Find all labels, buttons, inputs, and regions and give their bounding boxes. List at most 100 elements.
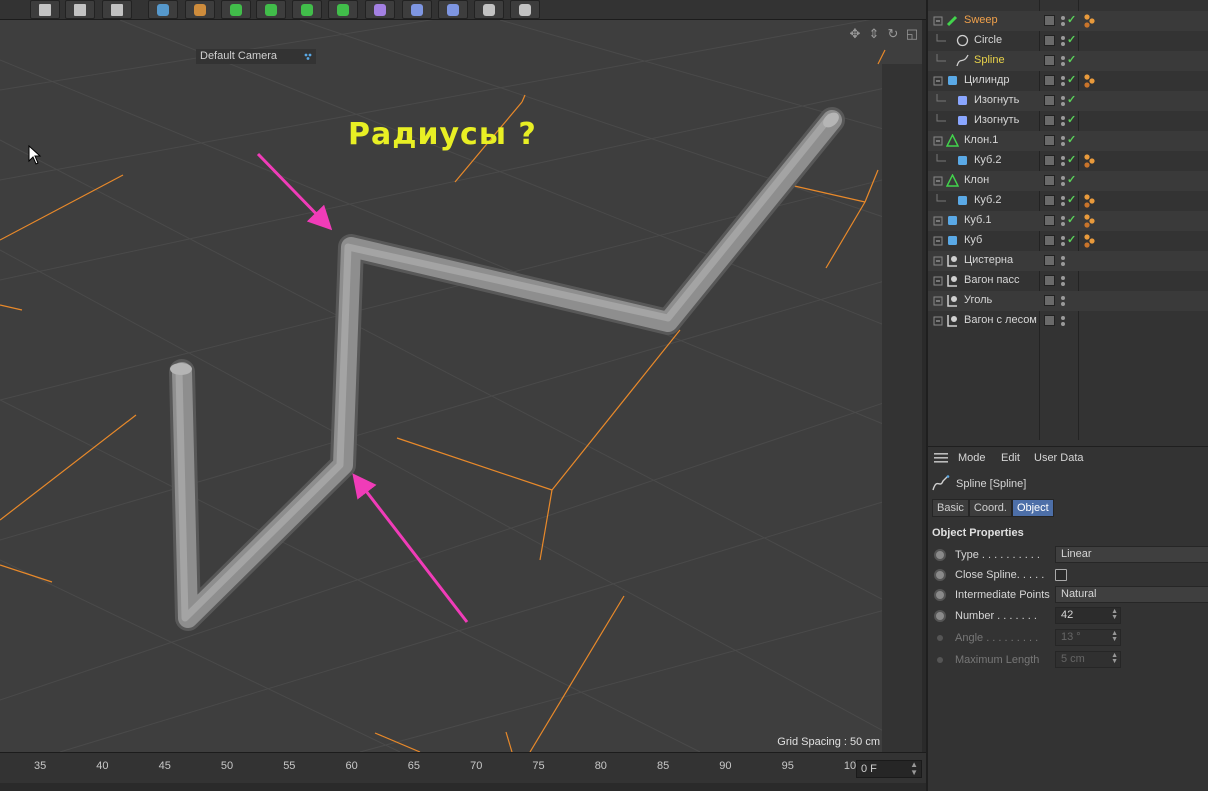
rotate-view-icon[interactable]: ↻ [885,26,901,42]
enabled-check-icon[interactable]: ✓ [1067,113,1077,127]
zoom-view-icon[interactable]: ⇕ [866,26,882,42]
layer-box-icon[interactable] [1044,255,1055,266]
material-tag-icon[interactable] [1083,73,1097,89]
object-row[interactable]: Клон ✓ [928,171,1208,191]
enabled-check-icon[interactable]: ✓ [1067,13,1077,27]
current-frame-field[interactable]: 0 F ▲ ▼ [856,760,922,778]
toolbar-button[interactable] [438,0,468,19]
toolbar-button[interactable] [185,0,215,19]
material-tag-icon[interactable] [1083,213,1097,229]
toolbar-button[interactable] [365,0,395,19]
enabled-check-icon[interactable]: ✓ [1067,233,1077,247]
layer-box-icon[interactable] [1044,175,1055,186]
spinner-icon[interactable]: ▲ ▼ [1111,608,1118,621]
tree-expand-icon[interactable] [932,74,946,88]
toolbar-button[interactable] [292,0,322,19]
layer-box-icon[interactable] [1044,55,1055,66]
toolbar-button[interactable] [102,0,132,19]
object-row[interactable]: Цилиндр ✓ [928,71,1208,91]
toolbar-button[interactable] [256,0,286,19]
object-row[interactable]: Изогнуть ✓ [928,91,1208,111]
toolbar-button[interactable] [474,0,504,19]
toolbar-button[interactable] [65,0,95,19]
tree-expand-icon[interactable] [932,294,946,308]
tree-expand-icon[interactable] [932,254,946,268]
toolbar-button[interactable] [30,0,60,19]
sweep-tube[interactable] [169,107,845,631]
material-tag-icon[interactable] [1083,193,1097,209]
object-row[interactable]: Куб.1 ✓ [928,211,1208,231]
object-row[interactable]: Spline ✓ [928,51,1208,71]
layer-box-icon[interactable] [1044,95,1055,106]
enabled-check-icon[interactable]: ✓ [1067,173,1077,187]
object-row[interactable]: Изогнуть ✓ [928,111,1208,131]
layer-box-icon[interactable] [1044,315,1055,326]
frame-spinner-icon[interactable]: ▲ ▼ [910,761,918,777]
enabled-check-icon[interactable]: ✓ [1067,73,1077,87]
material-tag-icon[interactable] [1083,13,1097,29]
layer-box-icon[interactable] [1044,235,1055,246]
enabled-check-icon[interactable]: ✓ [1067,133,1077,147]
toolbar-button[interactable] [328,0,358,19]
enabled-check-icon[interactable]: ✓ [1067,193,1077,207]
layer-box-icon[interactable] [1044,275,1055,286]
object-row[interactable]: Вагон пасс [928,271,1208,291]
layer-box-icon[interactable] [1044,75,1055,86]
timeline[interactable]: 35 40 45 50 55 60 65 70 75 80 85 90 95 10 0 F ▲ ▼ [0,752,926,791]
material-tag-icon[interactable] [1083,153,1097,169]
visibility-dots-icon[interactable] [1060,294,1068,308]
move-view-icon[interactable]: ✥ [847,26,863,42]
layer-box-icon[interactable] [1044,35,1055,46]
layer-box-icon[interactable] [1044,195,1055,206]
tree-expand-icon[interactable] [932,14,946,28]
timeline-ruler[interactable]: 35 40 45 50 55 60 65 70 75 80 85 90 95 10 [0,753,856,779]
object-row[interactable]: Вагон с лесом [928,311,1208,331]
tree-expand-icon[interactable] [932,214,946,228]
object-row[interactable]: Куб.2 ✓ [928,151,1208,171]
maximize-view-icon[interactable]: ◱ [904,26,920,42]
layer-box-icon[interactable] [1044,155,1055,166]
toolbar-button[interactable] [148,0,178,19]
anim-radio-icon[interactable] [934,549,946,561]
layer-box-icon[interactable] [1044,215,1055,226]
object-row[interactable]: Sweep ✓ [928,11,1208,31]
tree-expand-icon[interactable] [932,314,946,328]
visibility-dots-icon[interactable] [1060,254,1068,268]
enabled-check-icon[interactable]: ✓ [1067,33,1077,47]
toolbar-button[interactable] [402,0,432,19]
object-row[interactable]: Уголь [928,291,1208,311]
object-row[interactable]: Circle ✓ [928,31,1208,51]
anim-radio-icon[interactable] [934,610,946,622]
anim-radio-icon[interactable] [934,589,946,601]
close-spline-checkbox[interactable] [1055,569,1067,581]
tab-coord[interactable]: Coord. [968,499,1012,517]
layer-box-icon[interactable] [1044,115,1055,126]
menu-user-data[interactable]: User Data [1034,452,1084,464]
number-field[interactable]: 42 ▲ ▼ [1055,607,1121,624]
viewport[interactable]: Default Camera ✥ ⇕ ↻ ◱ Радиусы ? Grid Sp… [0,20,922,752]
enabled-check-icon[interactable]: ✓ [1067,93,1077,107]
layer-box-icon[interactable] [1044,135,1055,146]
tree-expand-icon[interactable] [932,234,946,248]
enabled-check-icon[interactable]: ✓ [1067,153,1077,167]
layer-box-icon[interactable] [1044,295,1055,306]
toolbar-button[interactable] [510,0,540,19]
visibility-dots-icon[interactable] [1060,274,1068,288]
visibility-dots-icon[interactable] [1060,314,1068,328]
enabled-check-icon[interactable]: ✓ [1067,213,1077,227]
menu-mode[interactable]: Mode [958,452,986,464]
camera-label[interactable]: Default Camera [196,49,316,64]
tab-basic[interactable]: Basic [932,499,969,517]
tree-expand-icon[interactable] [932,134,946,148]
object-row[interactable]: Цистерна [928,251,1208,271]
object-row[interactable]: Клон.1 ✓ [928,131,1208,151]
type-dropdown[interactable]: Linear [1055,546,1208,563]
tab-object[interactable]: Object [1011,499,1054,517]
enabled-check-icon[interactable]: ✓ [1067,53,1077,67]
anim-radio-icon[interactable] [934,569,946,581]
object-row[interactable]: Куб.2 ✓ [928,191,1208,211]
hamburger-menu-icon[interactable] [934,453,948,463]
material-tag-icon[interactable] [1083,233,1097,249]
object-row[interactable]: Куб ✓ [928,231,1208,251]
tree-expand-icon[interactable] [932,174,946,188]
